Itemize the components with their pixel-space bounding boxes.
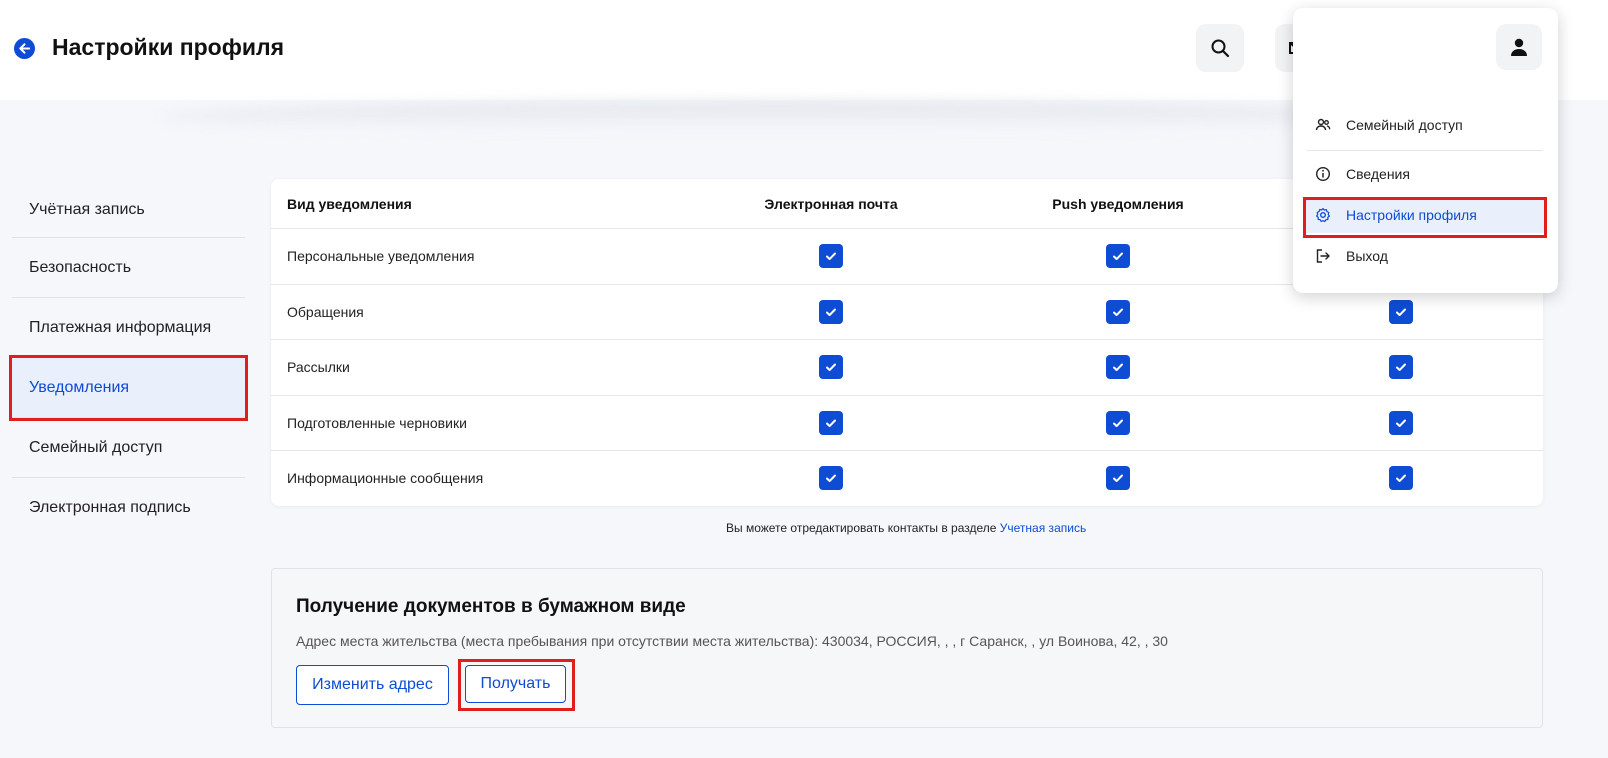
change-address-button[interactable]: Изменить адрес (296, 665, 449, 705)
email-checkbox[interactable] (819, 466, 843, 490)
sidebar-item-label: Уведомления (29, 378, 130, 396)
push-checkbox[interactable] (1106, 300, 1130, 324)
check-icon (824, 249, 838, 263)
push-checkbox[interactable] (1106, 466, 1130, 490)
check-icon (1111, 416, 1125, 430)
sidebar-item-notifications[interactable]: Уведомления (9, 355, 248, 421)
check-icon (1111, 305, 1125, 319)
sidebar-item-label: Электронная подпись (29, 499, 191, 516)
check-icon (1111, 360, 1125, 374)
paper-section-title: Получение документов в бумажном виде (296, 596, 686, 617)
column-header-push: Push уведомления (1052, 196, 1184, 212)
email-checkbox[interactable] (819, 355, 843, 379)
email-checkbox[interactable] (819, 300, 843, 324)
check-icon (824, 416, 838, 430)
account-link[interactable]: Учетная запись (1000, 521, 1086, 535)
residence-address: Адрес места жительства (места пребывания… (296, 633, 1168, 649)
sidebar-item-label: Учётная запись (29, 201, 145, 218)
sidebar-item-security[interactable]: Безопасность (12, 238, 245, 298)
sidebar-item-account[interactable]: Учётная запись (12, 183, 245, 238)
gear-icon (1315, 207, 1331, 223)
table-row: Информационные сообщения (271, 451, 1543, 506)
paper-documents-section: Получение документов в бумажном виде Адр… (271, 568, 1543, 728)
sidebar-item-label: Платежная информация (29, 318, 212, 336)
column-header-email: Электронная почта (764, 196, 898, 212)
sidebar-item-label: Семейный доступ (29, 438, 163, 456)
push-checkbox[interactable] (1106, 411, 1130, 435)
table-row: Обращения (271, 285, 1543, 340)
header-shadow (160, 100, 1400, 134)
dropdown-item-label: Сведения (1346, 166, 1410, 182)
email-checkbox[interactable] (819, 244, 843, 268)
dropdown-item-label: Настройки профиля (1346, 207, 1477, 223)
check-icon (1394, 416, 1408, 430)
row-label: Персональные уведомления (287, 248, 475, 264)
dropdown-item-info[interactable]: Сведения (1305, 156, 1545, 192)
dropdown-item-label: Семейный доступ (1346, 117, 1463, 133)
row-label: Обращения (287, 304, 364, 320)
table-row: Рассылки (271, 340, 1543, 396)
check-icon (824, 471, 838, 485)
third-channel-checkbox[interactable] (1389, 411, 1413, 435)
page-title: Настройки профиля (52, 34, 285, 60)
third-channel-checkbox[interactable] (1389, 466, 1413, 490)
check-icon (1394, 360, 1408, 374)
logout-icon (1315, 248, 1331, 264)
push-checkbox[interactable] (1106, 244, 1130, 268)
check-icon (1394, 471, 1408, 485)
arrow-left-icon (18, 42, 31, 55)
profile-dropdown: Семейный доступ Сведения Настройки профи… (1293, 8, 1558, 293)
dropdown-divider (1307, 150, 1543, 151)
check-icon (1111, 471, 1125, 485)
profile-button[interactable] (1496, 24, 1542, 70)
user-icon (1509, 37, 1529, 57)
info-icon (1315, 166, 1331, 182)
row-label: Информационные сообщения (287, 470, 484, 486)
family-icon (1315, 117, 1331, 133)
sidebar-item-signature[interactable]: Электронная подпись (12, 478, 245, 538)
sidebar-item-family[interactable]: Семейный доступ (12, 418, 245, 478)
search-button[interactable] (1196, 24, 1244, 72)
sidebar-item-payment[interactable]: Платежная информация (12, 298, 245, 358)
third-channel-checkbox[interactable] (1389, 300, 1413, 324)
table-row: Подготовленные черновики (271, 396, 1543, 451)
column-header-type: Вид уведомления (287, 196, 412, 212)
row-label: Подготовленные черновики (287, 415, 467, 431)
contacts-note: Вы можете отредактировать контакты в раз… (726, 521, 1086, 535)
check-icon (824, 305, 838, 319)
check-icon (1111, 249, 1125, 263)
dropdown-item-label: Выход (1346, 248, 1388, 264)
check-icon (824, 360, 838, 374)
push-checkbox[interactable] (1106, 355, 1130, 379)
search-icon (1210, 38, 1230, 58)
dropdown-item-logout[interactable]: Выход (1305, 238, 1545, 274)
sidebar: Учётная запись Безопасность Платежная ин… (9, 183, 248, 538)
third-channel-checkbox[interactable] (1389, 355, 1413, 379)
back-button[interactable] (14, 38, 35, 59)
check-icon (1394, 305, 1408, 319)
sidebar-item-label: Безопасность (29, 258, 132, 276)
dropdown-item-family[interactable]: Семейный доступ (1305, 107, 1545, 143)
dropdown-item-profile-settings[interactable]: Настройки профиля (1305, 197, 1545, 233)
row-label: Рассылки (287, 359, 350, 375)
receive-button[interactable]: Получать (465, 665, 566, 703)
contacts-note-text: Вы можете отредактировать контакты в раз… (726, 521, 997, 535)
email-checkbox[interactable] (819, 411, 843, 435)
